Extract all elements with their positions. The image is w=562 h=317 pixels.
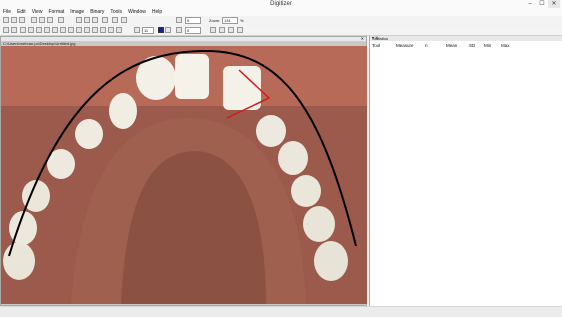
curve-tool-icon[interactable] xyxy=(52,27,58,33)
minimize-button[interactable]: – xyxy=(524,0,536,8)
rectangle-tool-icon[interactable] xyxy=(92,27,98,33)
zoom-label: Zoom: xyxy=(209,18,221,23)
select-arrow-icon[interactable] xyxy=(3,27,9,33)
dot-tool-icon[interactable] xyxy=(108,27,114,33)
save-icon[interactable] xyxy=(19,17,25,23)
color-dropdown-icon[interactable] xyxy=(165,27,171,33)
status-bar xyxy=(0,306,562,317)
image-canvas[interactable] xyxy=(1,46,367,304)
measure-tool-icon[interactable] xyxy=(44,27,50,33)
new-file-icon[interactable] xyxy=(3,17,9,23)
angle-tool-icon[interactable] xyxy=(36,27,42,33)
menu-tools[interactable]: Tools xyxy=(107,9,125,16)
window-title: Digitizer xyxy=(270,1,292,7)
col-mean: Mean xyxy=(446,43,458,48)
statistics-header: Statistics ▾ ✕ xyxy=(370,35,562,41)
circle-tool-icon[interactable] xyxy=(76,27,82,33)
arc-tool-icon[interactable] xyxy=(68,27,74,33)
image-tool-2-icon[interactable] xyxy=(84,17,90,23)
line-tool-icon[interactable] xyxy=(20,27,26,33)
col-n: n xyxy=(425,43,428,48)
grid-icon[interactable] xyxy=(176,17,182,23)
pen-icon[interactable] xyxy=(134,27,140,33)
line-width-spinner[interactable]: 11 xyxy=(142,27,154,34)
statistics-columns: Tool Measure n Mean SD Min Max xyxy=(370,43,562,48)
zoom-spinner[interactable]: 131 xyxy=(222,17,238,24)
document-close-button[interactable]: ✕ xyxy=(361,36,364,41)
polyline-tool-icon[interactable] xyxy=(28,27,34,33)
hand-icon[interactable] xyxy=(237,27,243,33)
statistics-panel: Statistics ▾ ✕ Tool Measure n Mean SD Mi… xyxy=(369,35,562,306)
draw-color-swatch[interactable] xyxy=(158,27,164,33)
zoom-unit: % xyxy=(240,18,244,23)
image-document-window: ✕ C:\Users\mehran.pc\Desktop\Untitled.jp… xyxy=(0,36,367,306)
image-tool-icon[interactable] xyxy=(76,17,82,23)
col-measure: Measure xyxy=(396,43,414,48)
col-tool: Tool xyxy=(372,43,381,48)
zoom-out-icon[interactable] xyxy=(219,27,225,33)
fill-tool-icon[interactable] xyxy=(116,27,122,33)
statistics-controls[interactable]: ▾ ✕ xyxy=(372,35,560,40)
layer-icon[interactable] xyxy=(176,27,182,33)
offset-spinner[interactable]: 0 xyxy=(185,27,201,34)
zoom-in-icon[interactable] xyxy=(210,27,216,33)
col-sd: SD xyxy=(469,43,476,48)
spline-tool-icon[interactable] xyxy=(60,27,66,33)
image-tool-4-icon[interactable] xyxy=(102,17,108,23)
polygon-tool-icon[interactable] xyxy=(100,27,106,33)
ellipse-tool-icon[interactable] xyxy=(84,27,90,33)
paste-icon[interactable] xyxy=(47,17,53,23)
menu-help[interactable]: Help xyxy=(149,9,165,16)
menu-format[interactable]: Format xyxy=(45,9,67,16)
image-tool-6-icon[interactable] xyxy=(121,17,127,23)
move-icon[interactable] xyxy=(228,27,234,33)
image-tool-3-icon[interactable] xyxy=(92,17,98,23)
col-min: Min xyxy=(484,43,492,48)
toolbar-main: 0 Zoom: 131 % xyxy=(0,16,562,25)
undo-icon[interactable] xyxy=(58,17,64,23)
cut-icon[interactable] xyxy=(31,17,37,23)
menu-bar: File Edit View Format Image Binary Tools… xyxy=(0,9,562,16)
menu-view[interactable]: View xyxy=(29,9,46,16)
open-folder-icon[interactable] xyxy=(11,17,17,23)
col-max: Max xyxy=(501,43,510,48)
threshold-spinner[interactable]: 0 xyxy=(185,17,201,24)
menu-binary[interactable]: Binary xyxy=(87,9,107,16)
image-tool-5-icon[interactable] xyxy=(112,17,118,23)
menu-file[interactable]: File xyxy=(0,9,14,16)
copy-icon[interactable] xyxy=(39,17,45,23)
point-tool-icon[interactable] xyxy=(11,27,17,33)
close-button[interactable]: ✕ xyxy=(548,0,560,8)
menu-window[interactable]: Window xyxy=(125,9,149,16)
dental-arch-photo[interactable] xyxy=(1,46,367,304)
maximize-button[interactable]: ☐ xyxy=(536,0,548,8)
menu-image[interactable]: Image xyxy=(67,9,87,16)
menu-edit[interactable]: Edit xyxy=(14,9,29,16)
